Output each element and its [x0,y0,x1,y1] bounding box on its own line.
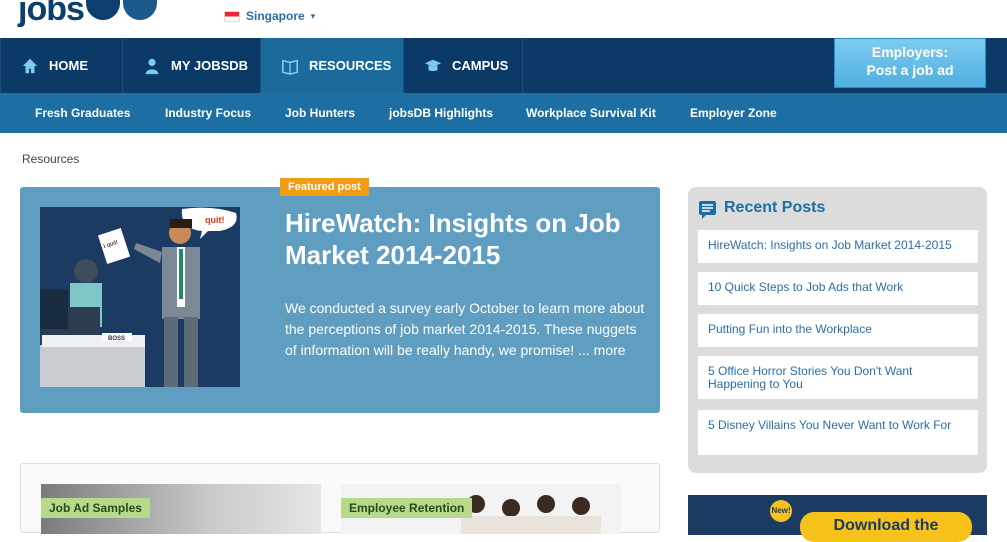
sub-nav: Fresh Graduates Industry Focus Job Hunte… [0,93,1007,133]
breadcrumb[interactable]: Resources [22,152,79,166]
nav-campus[interactable]: CAMPUS [404,38,523,93]
chevron-down-icon: ▾ [310,10,316,21]
subnav-industry-focus[interactable]: Industry Focus [165,106,251,120]
card-tag-employee-retention[interactable]: Employee Retention [341,498,473,518]
nav-myjobsdb[interactable]: MY JOBSDB [123,38,261,93]
svg-text:BOSS: BOSS [108,336,125,342]
nav-resources[interactable]: RESOURCES [261,38,404,93]
nav-campus-label: CAMPUS [452,58,509,73]
employers-line1: Employers: [871,44,949,60]
jobsdb-logo[interactable]: jobs [18,0,158,28]
download-app-button[interactable]: Download the [800,512,972,542]
singapore-flag-icon [224,10,240,22]
featured-more-link[interactable]: ... more [578,342,625,358]
card-tag-job-ad-samples[interactable]: Job Ad Samples [41,498,150,518]
svg-text:quit!: quit! [205,215,225,225]
country-selector[interactable]: Singapore ▾ [224,9,315,23]
employers-line2: Post a job ad [866,62,954,78]
subnav-workplace-survival-kit[interactable]: Workplace Survival Kit [526,106,656,120]
nav-resources-label: RESOURCES [309,58,392,73]
featured-post-image[interactable]: quit! I quit! BOSS [40,207,240,387]
top-header: jobs Singapore ▾ [0,0,1007,38]
recent-post-item[interactable]: 10 Quick Steps to Job Ads that Work [698,272,978,305]
subnav-fresh-graduates[interactable]: Fresh Graduates [35,106,130,120]
subnav-jobsdb-highlights[interactable]: jobsDB Highlights [389,106,493,120]
graduation-cap-icon [424,59,442,71]
logo-db-mark [85,0,158,20]
nav-home-label: HOME [49,58,88,73]
subnav-employer-zone[interactable]: Employer Zone [690,106,777,120]
recent-post-item[interactable]: Putting Fun into the Workplace [698,314,978,347]
employers-post-job-button[interactable]: Employers: Post a job ad [834,38,986,88]
comment-icon [699,201,716,219]
nav-myjobsdb-label: MY JOBSDB [171,58,249,73]
subnav-job-hunters[interactable]: Job Hunters [285,106,355,120]
home-icon [22,58,38,73]
logo-text: jobs [18,0,85,28]
office-illustration: quit! I quit! BOSS [40,207,240,387]
country-label: Singapore [246,9,305,23]
recent-post-item[interactable]: 5 Office Horror Stories You Don't Want H… [698,356,978,399]
featured-post-badge: Featured post [280,178,369,196]
featured-post-description: We conducted a survey early October to l… [285,298,645,361]
recent-post-item[interactable]: 5 Disney Villains You Never Want to Work… [698,410,978,455]
new-badge: New! [770,500,792,522]
recent-post-item[interactable]: HireWatch: Insights on Job Market 2014-2… [698,230,978,263]
featured-post-title[interactable]: HireWatch: Insights on Job Market 2014-2… [285,207,645,271]
nav-home[interactable]: HOME [0,38,123,93]
user-icon [145,58,159,74]
recent-posts-title: Recent Posts [724,199,826,216]
book-icon [281,59,299,75]
